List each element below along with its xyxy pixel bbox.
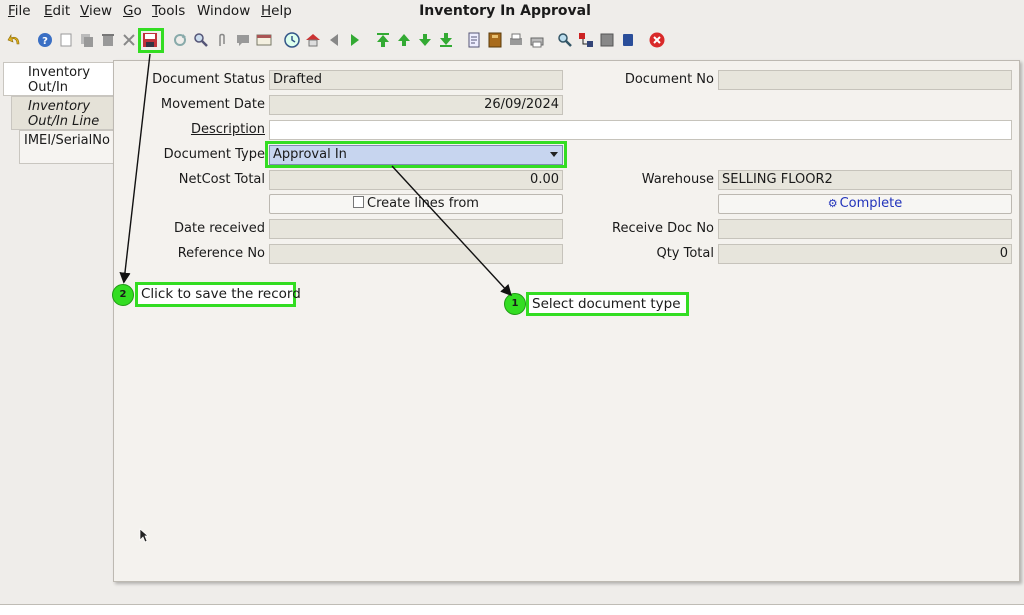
menu-bar: File Edit View Go Tools Window Help Inve… [0, 0, 1024, 22]
document-no-field[interactable] [718, 70, 1012, 90]
first-record-icon[interactable] [375, 32, 391, 48]
description-field[interactable] [269, 120, 1012, 140]
movement-date-label: Movement Date [160, 97, 265, 112]
qty-total-field: 0 [718, 244, 1012, 264]
parent-record-icon[interactable] [326, 32, 342, 48]
undo-icon[interactable] [7, 32, 23, 48]
document-status-label: Document Status [152, 72, 265, 87]
home-icon[interactable] [305, 32, 321, 48]
document-no-label: Document No [624, 72, 714, 87]
date-received-field[interactable] [269, 219, 563, 239]
tab-imei-serialno[interactable]: IMEI/SerialNo [19, 130, 114, 164]
create-lines-from-label: Create lines from [367, 196, 479, 211]
document-type-highlight [265, 141, 567, 168]
warehouse-label: Warehouse [641, 172, 714, 187]
next-record-icon[interactable] [417, 32, 433, 48]
product-info-icon[interactable] [620, 32, 636, 48]
netcost-total-label: NetCost Total [178, 172, 265, 187]
refresh-icon[interactable] [172, 32, 188, 48]
archive-icon[interactable] [487, 32, 503, 48]
copy-record-icon[interactable] [79, 32, 95, 48]
tab-label: Out/In [28, 80, 69, 95]
complete-button[interactable]: ⚙ Complete [718, 194, 1012, 214]
tab-list: Inventory Out/In Inventory Out/In Line I… [0, 60, 114, 180]
request-icon[interactable] [599, 32, 615, 48]
delete-icon[interactable] [100, 32, 116, 48]
tab-inventory-out-in[interactable]: Inventory Out/In [3, 62, 114, 96]
movement-date-field[interactable]: 26/09/2024 [269, 95, 563, 115]
last-record-icon[interactable] [438, 32, 454, 48]
tab-label: Inventory [28, 99, 91, 114]
help-icon[interactable]: ? [37, 32, 53, 48]
cursor-icon [139, 528, 149, 543]
create-lines-from-button[interactable]: Create lines from [269, 194, 563, 214]
grid-toggle-icon[interactable] [256, 32, 272, 48]
history-icon[interactable] [284, 32, 300, 48]
find-icon[interactable] [193, 32, 209, 48]
tab-label: Out/In Line [28, 114, 100, 129]
status-bar [0, 604, 1024, 615]
print-icon[interactable] [529, 32, 545, 48]
svg-text:?: ? [42, 36, 48, 47]
document-icon [353, 196, 365, 208]
workflow-icon[interactable] [578, 32, 594, 48]
tab-inventory-out-in-line[interactable]: Inventory Out/In Line [11, 96, 114, 130]
document-type-label: Document Type [130, 147, 265, 162]
tab-label: IMEI/SerialNo [24, 133, 110, 148]
annotation-save-callout: Click to save the record [135, 282, 301, 307]
attachment-icon[interactable] [214, 32, 230, 48]
warehouse-field[interactable]: SELLING FLOOR2 [718, 170, 1012, 190]
new-record-icon[interactable] [58, 32, 74, 48]
tab-label: Inventory [28, 65, 91, 80]
reference-no-label: Reference No [177, 246, 265, 261]
date-received-label: Date received [174, 221, 265, 236]
annotation-badge-1: 1 [504, 293, 526, 315]
zoom-across-icon[interactable] [557, 32, 573, 48]
print-preview-icon[interactable] [508, 32, 524, 48]
reference-no-field[interactable] [269, 244, 563, 264]
chat-icon[interactable] [235, 32, 251, 48]
complete-label: Complete [839, 196, 903, 211]
report-icon[interactable] [466, 32, 482, 48]
previous-record-icon[interactable] [396, 32, 412, 48]
annotation-doctype-callout: Select document type [526, 292, 689, 316]
netcost-total-field: 0.00 [269, 170, 563, 190]
receive-doc-no-label: Receive Doc No [612, 221, 714, 236]
detail-record-icon[interactable] [347, 32, 363, 48]
save-button-highlight [138, 28, 164, 53]
description-label: Description [190, 122, 265, 137]
document-status-field: Drafted [269, 70, 563, 90]
delete-selection-icon[interactable] [121, 32, 137, 48]
close-icon[interactable] [649, 32, 665, 48]
gear-icon: ⚙ [827, 197, 838, 210]
receive-doc-no-field[interactable] [718, 219, 1012, 239]
qty-total-label: Qty Total [656, 246, 714, 261]
window-title: Inventory In Approval [419, 3, 591, 19]
document-type-label-text: Document Type [163, 147, 265, 162]
annotation-badge-2: 2 [112, 284, 134, 306]
